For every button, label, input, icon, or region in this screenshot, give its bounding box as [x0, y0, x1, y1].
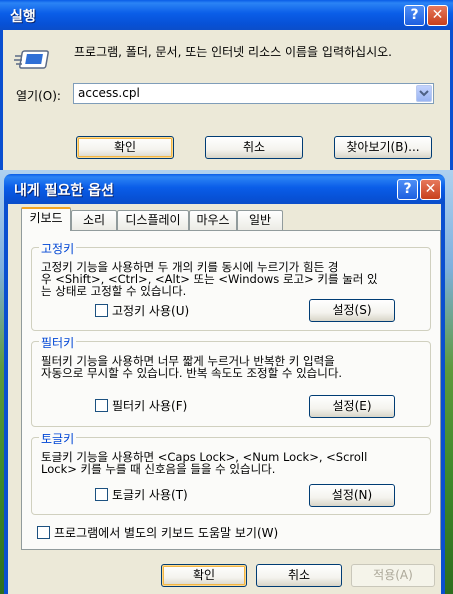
- run-frame-left: [0, 30, 3, 170]
- chevron-down-icon[interactable]: [416, 85, 432, 102]
- filter-keys-checkbox[interactable]: [95, 399, 108, 412]
- run-ok-button[interactable]: 확인: [76, 136, 174, 159]
- tab-keyboard[interactable]: 키보드: [21, 207, 71, 231]
- keyboard-help-checkbox-label[interactable]: 프로그램에서 별도의 키보드 도움말 보기(W): [54, 524, 278, 541]
- options-titlebar[interactable]: 내게 필요한 옵션 ? ✕: [4, 174, 445, 204]
- tab-mouse[interactable]: 마우스: [189, 210, 237, 230]
- sticky-keys-description: 고정키 기능을 사용하면 두 개의 키를 동시에 누르기가 힘든 경 우 <Sh…: [41, 260, 378, 298]
- sticky-keys-legend: 고정키: [39, 240, 77, 257]
- toggle-keys-legend: 토글키: [39, 430, 77, 447]
- open-label: 열기(O):: [16, 89, 61, 103]
- browse-button[interactable]: 찾아보기(B)...: [334, 136, 432, 159]
- help-icon[interactable]: ?: [404, 5, 425, 26]
- filter-keys-legend: 필터키: [39, 334, 77, 351]
- filter-settings-button[interactable]: 설정(E): [309, 395, 395, 418]
- tab-display[interactable]: 디스플레이: [117, 210, 189, 230]
- sticky-keys-checkbox[interactable]: [95, 304, 108, 317]
- toggle-keys-description: 토글키 기능을 사용하면 <Caps Lock>, <Num Lock>, <S…: [41, 450, 368, 476]
- close-icon[interactable]: ✕: [420, 179, 441, 200]
- run-titlebar[interactable]: 실행 ? ✕: [0, 0, 453, 30]
- options-apply-button[interactable]: 적용(A): [351, 564, 435, 587]
- toggle-keys-checkbox[interactable]: [95, 488, 108, 501]
- run-dialog: 실행 ? ✕ 프로그램, 폴더, 문서, 또는 인터넷 리소스 이름을 입력하십…: [0, 0, 453, 170]
- sticky-keys-checkbox-label[interactable]: 고정키 사용(U): [112, 302, 189, 319]
- toggle-settings-button[interactable]: 설정(N): [309, 484, 395, 507]
- sticky-settings-button[interactable]: 설정(S): [309, 299, 395, 322]
- keyboard-help-checkbox[interactable]: [37, 526, 50, 539]
- options-cancel-button[interactable]: 취소: [256, 564, 342, 587]
- sticky-keys-group: 고정키 고정키 기능을 사용하면 두 개의 키를 동시에 누르기가 힘든 경 우…: [31, 240, 431, 331]
- tab-panel: 고정키 고정키 기능을 사용하면 두 개의 키를 동시에 누르기가 힘든 경 우…: [21, 230, 441, 550]
- close-icon[interactable]: ✕: [427, 5, 448, 26]
- options-frame-right: [441, 204, 445, 594]
- help-icon[interactable]: ?: [397, 179, 418, 200]
- options-title: 내게 필요한 옵션: [14, 183, 114, 199]
- options-frame-left: [4, 204, 8, 594]
- options-ok-button[interactable]: 확인: [161, 564, 247, 587]
- run-title: 실행: [10, 9, 36, 25]
- tab-general[interactable]: 일반: [237, 210, 283, 230]
- run-description: 프로그램, 폴더, 문서, 또는 인터넷 리소스 이름을 입력하십시오.: [74, 45, 392, 59]
- filter-keys-description: 필터키 기능을 사용하면 너무 짧게 누르거나 반복한 키 입력을 자동으로 무…: [41, 354, 343, 380]
- filter-keys-checkbox-label[interactable]: 필터키 사용(F): [112, 397, 187, 414]
- tab-sound[interactable]: 소리: [71, 210, 117, 230]
- open-input[interactable]: access.cpl: [78, 86, 140, 100]
- run-cancel-button[interactable]: 취소: [205, 136, 303, 159]
- toggle-keys-checkbox-label[interactable]: 토글키 사용(T): [112, 486, 188, 503]
- toggle-keys-group: 토글키 토글키 기능을 사용하면 <Caps Lock>, <Num Lock>…: [31, 430, 431, 515]
- run-icon: [14, 48, 52, 72]
- open-combobox[interactable]: access.cpl: [73, 83, 434, 104]
- filter-keys-group: 필터키 필터키 기능을 사용하면 너무 짧게 누르거나 반복한 키 입력을 자동…: [31, 334, 431, 427]
